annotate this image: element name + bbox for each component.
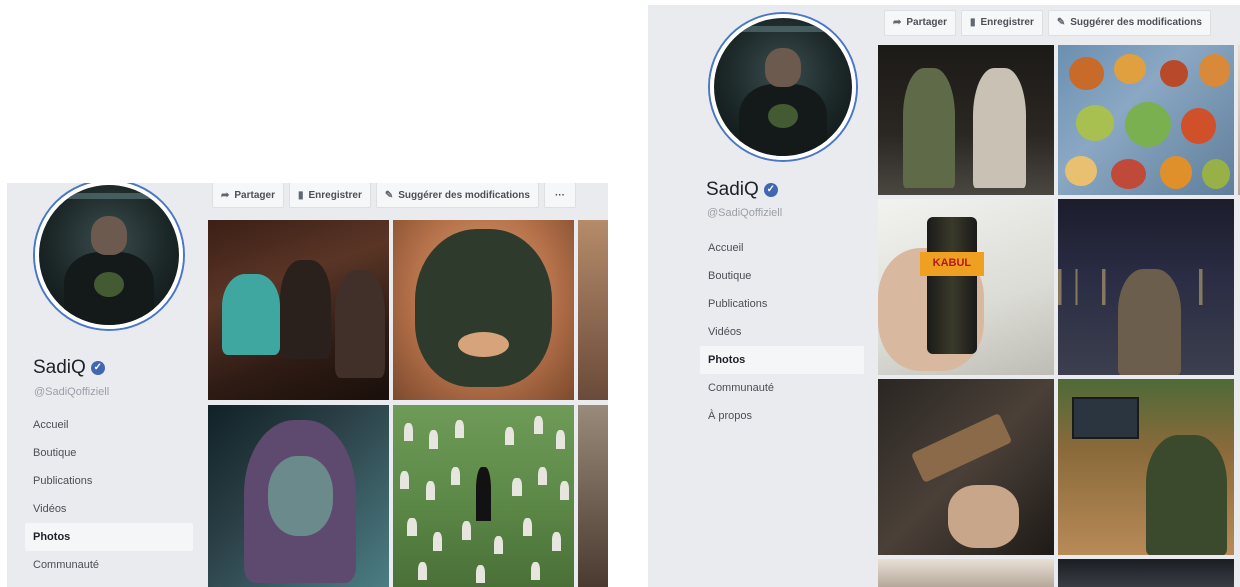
photo-city-night[interactable]	[1058, 199, 1234, 375]
nav-item-publications[interactable]: Publications	[700, 290, 864, 318]
profile-picture[interactable]	[710, 14, 856, 160]
nav-item-videos[interactable]: Vidéos	[25, 495, 193, 523]
share-arrow-icon: ➦	[893, 17, 902, 28]
page-nav: Accueil Boutique Publications Vidéos Pho…	[700, 234, 864, 430]
photo-two-men[interactable]	[878, 45, 1054, 195]
nav-item-boutique[interactable]: Boutique	[700, 262, 864, 290]
page-title[interactable]: SadiQ ✓	[33, 357, 105, 379]
verified-badge-icon: ✓	[763, 183, 778, 197]
page-handle: @SadiQoffiziell	[34, 386, 110, 398]
share-button[interactable]: ➦ Partager	[884, 9, 956, 36]
nav-item-videos[interactable]: Vidéos	[700, 318, 864, 346]
nav-item-photos[interactable]: Photos	[25, 523, 193, 551]
nav-item-boutique[interactable]: Boutique	[25, 439, 193, 467]
photo-partial[interactable]	[578, 405, 608, 587]
more-options-button[interactable]: ···	[543, 183, 576, 208]
suggest-edits-button[interactable]: ✎ Suggérer des modifications	[1047, 9, 1211, 36]
screenshot-left: SadiQ ✓ @SadiQoffiziell Accueil Boutique…	[7, 183, 608, 587]
nav-item-publications[interactable]: Publications	[25, 467, 193, 495]
nav-item-communaute[interactable]: Communauté	[25, 551, 193, 579]
pencil-icon: ✎	[1056, 17, 1066, 28]
save-button[interactable]: ▮ Enregistrer	[960, 9, 1043, 36]
photo-partial[interactable]	[878, 559, 1054, 587]
photo-partial[interactable]	[1058, 559, 1234, 587]
page-name-text: SadiQ	[33, 357, 86, 378]
nav-item-accueil[interactable]: Accueil	[700, 234, 864, 262]
suggest-edits-button[interactable]: ✎ Suggérer des modifications	[375, 183, 539, 208]
page-sidebar: SadiQ ✓ @SadiQoffiziell Accueil Boutique…	[648, 5, 868, 587]
share-button[interactable]: ➦ Partager	[212, 183, 284, 208]
profile-picture[interactable]	[35, 183, 183, 329]
nav-item-a-propos[interactable]: À propos	[700, 402, 864, 430]
page-handle: @SadiQoffiziell	[707, 207, 783, 219]
nav-item-communaute[interactable]: Communauté	[700, 374, 864, 402]
photo-mask[interactable]	[393, 220, 574, 400]
page-sidebar: SadiQ ✓ @SadiQoffiziell Accueil Boutique…	[7, 183, 202, 587]
verified-badge-icon: ✓	[90, 361, 105, 375]
pencil-icon: ✎	[384, 189, 394, 201]
can-label: KABUL	[920, 251, 984, 277]
photo-man-in-bar[interactable]	[1058, 379, 1234, 555]
photo-rifle[interactable]	[878, 379, 1054, 555]
nav-item-accueil[interactable]: Accueil	[25, 411, 193, 439]
screenshot-right: SadiQ ✓ @SadiQoffiziell Accueil Boutique…	[648, 5, 1240, 587]
nav-item-photos[interactable]: Photos	[700, 346, 864, 374]
bookmark-icon: ▮	[297, 189, 304, 201]
photo-grid	[208, 220, 608, 587]
page-title[interactable]: SadiQ ✓	[706, 179, 778, 201]
photo-food-table[interactable]	[1058, 45, 1234, 195]
page-name-text: SadiQ	[706, 179, 759, 200]
photo-partial[interactable]	[578, 220, 608, 400]
page-nav: Accueil Boutique Publications Vidéos Pho…	[25, 411, 193, 579]
photo-friends[interactable]	[208, 220, 389, 400]
bookmark-icon: ▮	[969, 17, 976, 28]
share-arrow-icon: ➦	[221, 189, 230, 201]
photo-cemetery[interactable]	[393, 405, 574, 587]
photo-hooded-figure[interactable]	[208, 405, 389, 587]
page-action-bar: ➦ Partager ▮ Enregistrer ✎ Suggérer des …	[884, 9, 1216, 36]
page-action-bar: ➦ Partager ▮ Enregistrer ✎ Suggérer des …	[212, 183, 581, 209]
save-button[interactable]: ▮ Enregistrer	[288, 183, 371, 208]
photo-energy-drink[interactable]: KABUL	[878, 199, 1054, 375]
photo-grid: KABUL	[878, 45, 1240, 587]
